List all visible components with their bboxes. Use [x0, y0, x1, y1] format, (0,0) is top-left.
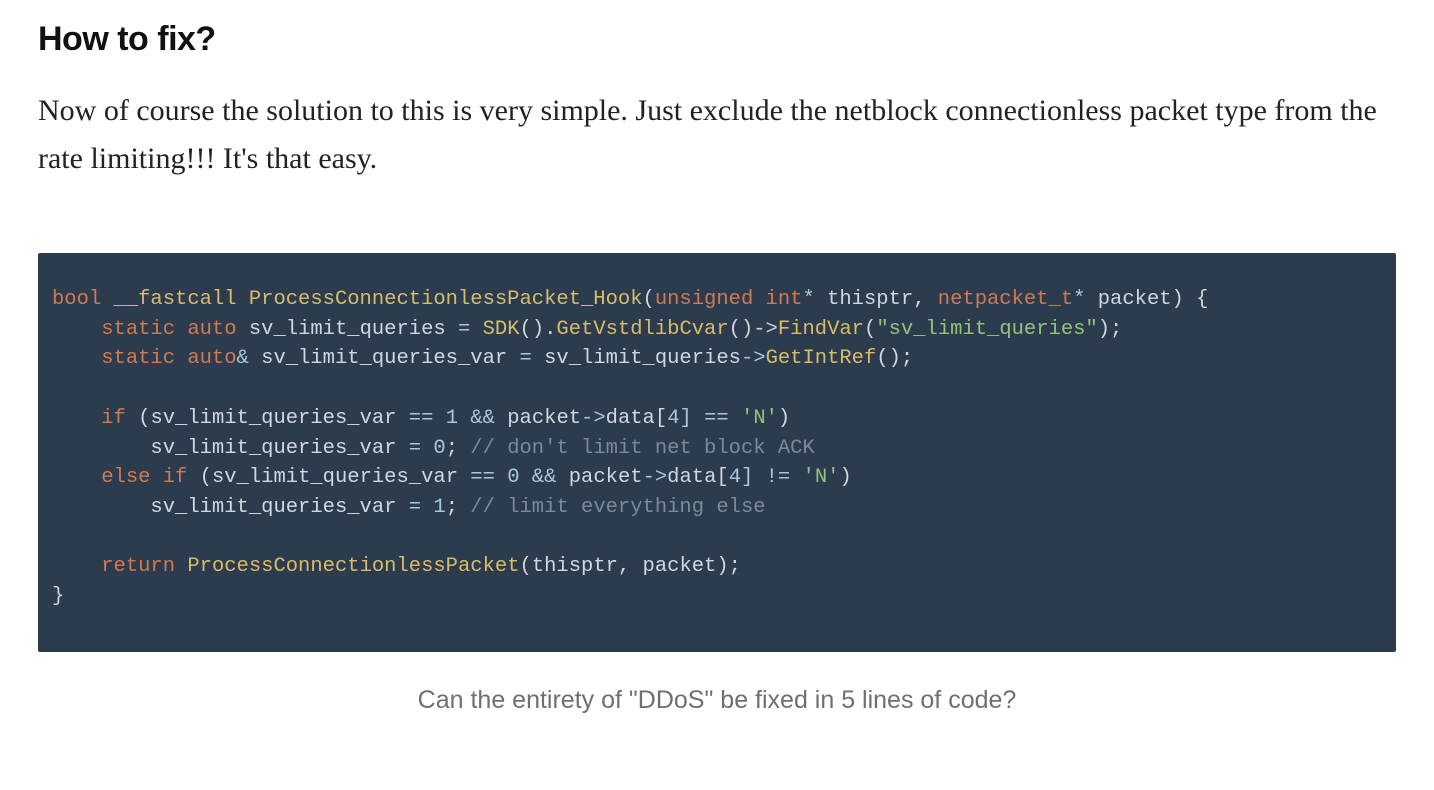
code-token: static auto: [101, 347, 236, 370]
code-token: ,: [618, 555, 643, 578]
code-nl: [52, 496, 150, 519]
code-token: ProcessConnectionlessPacket_Hook: [249, 288, 643, 311]
code-token: &&: [520, 466, 569, 489]
code-token: 0: [433, 437, 445, 460]
code-token: packet: [1098, 288, 1172, 311]
code-token: ==: [396, 407, 445, 430]
code-nl: [52, 437, 150, 460]
code-token: unsigned int: [655, 288, 803, 311]
code-token: bool: [52, 288, 101, 311]
code-token: ->: [643, 466, 668, 489]
code-token: ) {: [1172, 288, 1209, 311]
code-nl: [52, 347, 101, 370]
code-token: }: [52, 585, 64, 608]
code-token: sv_limit_queries_var: [150, 496, 396, 519]
section-heading: How to fix?: [38, 20, 1396, 59]
code-token: 4: [729, 466, 741, 489]
code-token: 4: [667, 407, 679, 430]
code-token: if: [101, 407, 126, 430]
code-token: =: [396, 437, 433, 460]
code-token: 'N': [803, 466, 840, 489]
code-token: sv_limit_queries_var: [212, 466, 458, 489]
code-token: [175, 555, 187, 578]
code-token: sv_limit_queries: [249, 318, 446, 341]
code-token: ;: [446, 496, 471, 519]
code-token: data: [606, 407, 655, 430]
code-token: 1: [433, 496, 445, 519]
code-token: GetVstdlibCvar: [556, 318, 728, 341]
code-block: bool __fastcall ProcessConnectionlessPac…: [38, 253, 1396, 652]
code-token: // limit everything else: [470, 496, 765, 519]
body-paragraph: Now of course the solution to this is ve…: [38, 87, 1396, 183]
code-token: __fastcall: [101, 288, 249, 311]
code-token: SDK: [483, 318, 520, 341]
code-token: &: [237, 347, 262, 370]
code-token: (: [643, 288, 655, 311]
code-token: [: [716, 466, 728, 489]
code-token: [237, 318, 249, 341]
code-nl: [52, 466, 101, 489]
code-token: ->: [741, 347, 766, 370]
code-token: static auto: [101, 318, 236, 341]
code-token: ProcessConnectionlessPacket: [187, 555, 519, 578]
code-token: netpacket_t: [938, 288, 1073, 311]
code-token: (: [520, 555, 532, 578]
code-token: "sv_limit_queries": [876, 318, 1097, 341]
code-token: return: [101, 555, 175, 578]
code-token: FindVar: [778, 318, 864, 341]
code-token: 0: [507, 466, 519, 489]
code-token: &&: [458, 407, 507, 430]
code-token: *: [1073, 288, 1098, 311]
code-token: ()->: [729, 318, 778, 341]
code-token: thisptr: [827, 288, 913, 311]
code-token: =: [446, 318, 483, 341]
code-token: GetIntRef: [766, 347, 877, 370]
code-token: // don't limit net block ACK: [470, 437, 814, 460]
code-token: ().: [520, 318, 557, 341]
code-token: (: [864, 318, 876, 341]
code-token: packet: [569, 466, 643, 489]
code-token: ,: [913, 288, 938, 311]
code-token: sv_limit_queries_var: [261, 347, 507, 370]
code-token: ): [839, 466, 851, 489]
code-token: ();: [876, 347, 913, 370]
code-token: 1: [446, 407, 458, 430]
code-token: packet: [643, 555, 717, 578]
code-token: ] ==: [680, 407, 742, 430]
code-token: sv_limit_queries_var: [150, 437, 396, 460]
code-token: ;: [446, 437, 471, 460]
code-token: packet: [507, 407, 581, 430]
code-nl: [52, 555, 101, 578]
code-token: ): [778, 407, 790, 430]
code-token: else if: [101, 466, 187, 489]
code-token: sv_limit_queries_var: [150, 407, 396, 430]
code-token: 'N': [741, 407, 778, 430]
code-token: *: [802, 288, 827, 311]
figure-caption: Can the entirety of "DDoS" be fixed in 5…: [38, 686, 1396, 715]
code-token: sv_limit_queries: [544, 347, 741, 370]
code-token: data: [667, 466, 716, 489]
code-nl: [52, 407, 101, 430]
code-nl: [52, 318, 101, 341]
code-token: );: [716, 555, 741, 578]
code-token: thisptr: [532, 555, 618, 578]
code-token: (: [126, 407, 151, 430]
code-token: );: [1098, 318, 1123, 341]
code-token: =: [396, 496, 433, 519]
code-token: =: [507, 347, 544, 370]
code-token: (: [187, 466, 212, 489]
code-token: ==: [458, 466, 507, 489]
code-token: ] !=: [741, 466, 803, 489]
code-token: ->: [581, 407, 606, 430]
code-token: [: [655, 407, 667, 430]
